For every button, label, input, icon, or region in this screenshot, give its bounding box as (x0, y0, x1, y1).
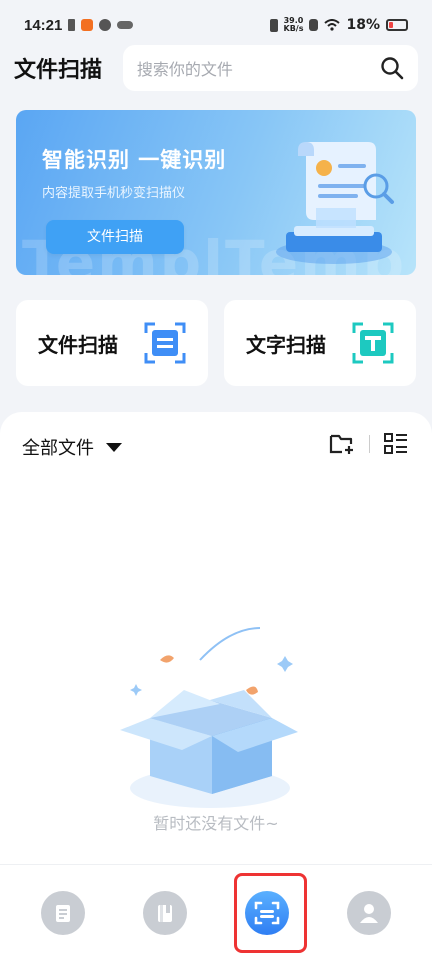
file-filter-label: 全部文件 (22, 438, 94, 459)
document-scan-card[interactable]: 文件扫描 (16, 300, 208, 386)
battery-percent: 18% (346, 17, 380, 33)
empty-box-illustration (120, 627, 298, 808)
panel-actions (329, 432, 408, 456)
caret-down-icon (106, 442, 122, 452)
promo-banner[interactable]: TemplTemp 智能识别 一键识别 内容提取手机秒变扫描仪 文件扫描 (16, 110, 416, 275)
list-view-icon[interactable] (384, 432, 408, 456)
network-speed-unit: KB/s (283, 24, 304, 33)
status-time: 14:21 (24, 16, 63, 34)
search-input[interactable]: 搜索你的文件 (122, 45, 418, 91)
vibrate-icon (269, 18, 278, 32)
banner-subtitle: 内容提取手机秒变扫描仪 (42, 186, 186, 201)
app-header: 文件扫描 搜索你的文件 (0, 40, 432, 96)
scanner-illustration (276, 142, 394, 264)
link-notification-icon (99, 19, 112, 31)
scan-icon (254, 901, 280, 924)
app-notification-icon (81, 19, 94, 31)
files-panel: 全部文件 暂时还没有文件~ (0, 412, 432, 864)
cloud-notification-icon (117, 21, 134, 29)
no-sim-icon (309, 19, 319, 31)
text-scan-card[interactable]: 文字扫描 (224, 300, 416, 386)
search-placeholder: 搜索你的文件 (136, 60, 233, 79)
battery-icon (386, 19, 408, 31)
network-speed: 39.0 KB/s (284, 17, 304, 33)
status-right: 39.0 KB/s 18% (269, 17, 408, 33)
file-filter-dropdown[interactable]: 全部文件 (22, 434, 122, 460)
page-title: 文件扫描 (14, 58, 103, 83)
text-scan-label: 文字扫描 (246, 332, 326, 357)
documents-icon (56, 904, 70, 922)
new-folder-icon[interactable] (329, 432, 355, 456)
text-scan-icon (352, 322, 394, 364)
actions-divider (369, 435, 370, 453)
sim-icon (68, 19, 76, 31)
wifi-icon (324, 19, 341, 31)
document-scan-label: 文件扫描 (38, 332, 118, 357)
search-icon[interactable] (380, 56, 404, 80)
profile-icon (360, 903, 378, 923)
nav-documents[interactable] (41, 890, 85, 935)
book-icon (158, 904, 172, 922)
nav-library[interactable] (143, 890, 187, 935)
nav-scan[interactable] (245, 890, 289, 935)
document-scan-icon (144, 322, 186, 364)
bottom-nav (0, 864, 432, 964)
banner-title: 智能识别 一键识别 (42, 148, 227, 172)
empty-state-text: 暂时还没有文件~ (153, 814, 279, 833)
banner-scan-button[interactable]: 文件扫描 (46, 220, 184, 254)
status-left: 14:21 (24, 16, 134, 34)
nav-profile[interactable] (347, 890, 391, 935)
